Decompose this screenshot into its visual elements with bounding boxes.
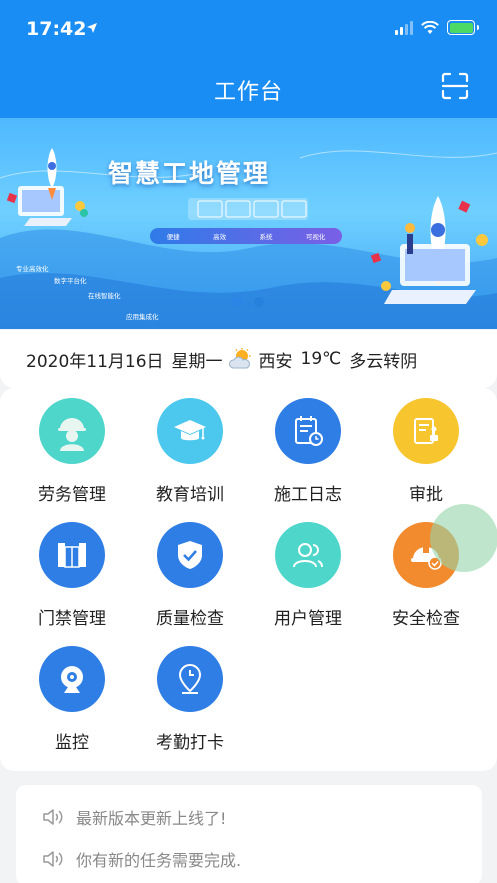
- speaker-icon: [43, 809, 63, 825]
- weather-temperature: 19℃: [300, 349, 342, 369]
- weather-bar: 2020年11月16日 星期一 西安 19℃ 多云转阴: [0, 330, 497, 388]
- weather-city: 西安: [258, 351, 293, 372]
- wifi-icon: [421, 20, 439, 34]
- page-title: 工作台: [213, 80, 283, 105]
- banner-tag: 应用集成化: [126, 313, 159, 321]
- app-label: 教育培训: [156, 485, 224, 505]
- carousel-dots: [232, 297, 264, 307]
- weather-weekday: 星期一: [171, 351, 223, 372]
- app-approval[interactable]: 审批: [366, 398, 486, 508]
- app-monitoring[interactable]: 监控: [12, 646, 132, 756]
- notice-text: 最新版本更新上线了!: [76, 809, 227, 828]
- floating-assistive-button[interactable]: [430, 504, 497, 572]
- carousel-dot[interactable]: [254, 297, 264, 307]
- app-labor-management[interactable]: 劳务管理: [12, 398, 132, 508]
- app-attendance[interactable]: 考勤打卡: [130, 646, 250, 756]
- status-icons: [395, 20, 479, 35]
- banner-tag: 在线智能化: [88, 292, 121, 300]
- banner-feature-pill: 便捷 高效 系统 可视化: [150, 228, 342, 244]
- scan-frame-icon[interactable]: [441, 72, 469, 100]
- app-label: 安全检查: [392, 609, 460, 629]
- weather-condition: 多云转阴: [349, 351, 418, 372]
- pill-item: 系统: [259, 233, 273, 241]
- status-time: 17:42: [26, 18, 87, 40]
- app-construction-log[interactable]: 施工日志: [248, 398, 368, 508]
- app-education-training[interactable]: 教育培训: [130, 398, 250, 508]
- battery-charging-icon: [447, 20, 479, 35]
- app-label: 质量检查: [156, 609, 224, 629]
- app-label: 监控: [55, 733, 89, 753]
- clock-pin-icon: [178, 663, 202, 694]
- app-grid: 劳务管理 教育培训 施工日志 审批 门禁管理 质量检查 用户管理 安全检查 监控…: [0, 388, 497, 771]
- notice-item[interactable]: 你有新的任务需要完成.: [42, 847, 241, 871]
- notice-text: 你有新的任务需要完成.: [76, 851, 242, 870]
- pill-item: 可视化: [305, 233, 326, 241]
- app-label: 考勤打卡: [156, 733, 224, 753]
- shield-check-icon: [178, 541, 202, 569]
- webcam-icon: [61, 666, 83, 693]
- approval-stamp-icon: [414, 418, 438, 444]
- app-access-control[interactable]: 门禁管理: [12, 522, 132, 632]
- app-label: 劳务管理: [38, 485, 106, 505]
- banner-title: 智慧工地管理: [108, 159, 271, 188]
- cellular-signal-icon: [395, 20, 413, 35]
- worker-helmet-icon: [58, 418, 86, 451]
- gate-icon: [58, 543, 86, 568]
- notice-item[interactable]: 最新版本更新上线了!: [42, 805, 226, 829]
- app-user-management[interactable]: 用户管理: [248, 522, 368, 632]
- users-icon: [293, 543, 323, 568]
- app-label: 审批: [409, 485, 443, 505]
- pill-item: 高效: [213, 233, 227, 241]
- banner-tag: 专业高效化: [16, 265, 49, 273]
- calendar-log-icon: [295, 416, 323, 446]
- graduation-cap-icon: [174, 420, 206, 441]
- app-label: 门禁管理: [38, 609, 106, 629]
- app-label: 用户管理: [274, 609, 342, 629]
- partly-cloudy-icon: [228, 348, 251, 369]
- app-label: 施工日志: [274, 485, 342, 505]
- speaker-icon: [43, 851, 63, 867]
- banner-tag: 数字平台化: [54, 277, 87, 285]
- app-header: 17:42 工作台: [0, 0, 497, 118]
- pill-item: 便捷: [166, 233, 180, 241]
- app-quality-check[interactable]: 质量检查: [130, 522, 250, 632]
- location-arrow-icon: [87, 23, 97, 33]
- notice-panel: 最新版本更新上线了! 你有新的任务需要完成.: [16, 785, 482, 883]
- carousel-dot[interactable]: [232, 297, 242, 307]
- weather-date: 2020年11月16日: [26, 351, 164, 372]
